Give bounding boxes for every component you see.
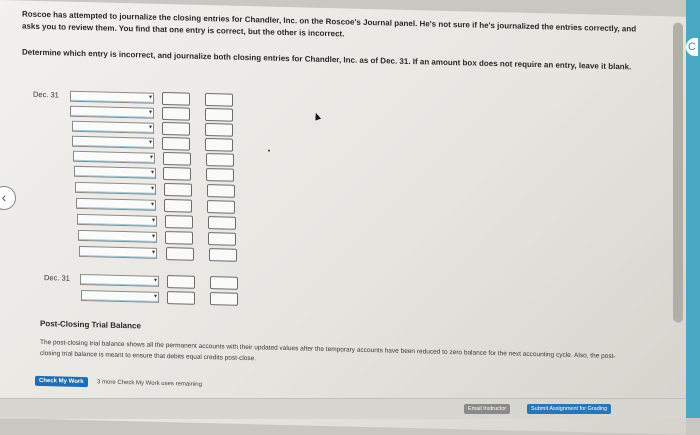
entry1-debit-4[interactable] [162,136,190,151]
check-remaining-note: 3 more Check My Work uses remaining [97,379,202,388]
submit-assignment-button[interactable]: Submit Assignment for Grading [527,404,612,414]
entry1-credit-9[interactable] [208,216,236,230]
entry1-account-select-10[interactable]: ▾ [78,229,157,243]
mouse-cursor [312,111,322,121]
entry1-account-select-1[interactable]: ▾ [70,90,154,104]
chevron-down-icon: ▾ [153,277,157,284]
chevron-down-icon: ▾ [151,233,155,240]
chevron-down-icon: ▾ [148,109,152,116]
entry1-account-select-5[interactable]: ▾ [73,150,155,164]
entry1-debit-7[interactable] [164,183,192,197]
entry2-date: Dec. 31 [44,273,70,283]
chevron-down-icon: ▾ [150,169,154,176]
entry2-account-select-1[interactable]: ▾ [80,273,159,287]
entry2-account-select-2[interactable]: ▾ [81,289,159,303]
entry1-debit-1[interactable] [162,91,190,106]
entry1-account-select-7[interactable]: ▾ [75,181,156,195]
chevron-down-icon: ▾ [149,154,153,161]
entry1-debit-5[interactable] [163,151,191,166]
section-title: Post-Closing Trial Balance [40,318,141,331]
entry1-debit-9[interactable] [165,215,193,229]
entry1-account-select-4[interactable]: ▾ [72,135,154,149]
chevron-down-icon: ▾ [151,249,155,256]
entry1-account-select-8[interactable]: ▾ [76,197,156,211]
chevron-down-icon: ▾ [150,201,154,208]
entry1-account-select-2[interactable]: ▾ [70,105,154,119]
entry1-account-select-3[interactable]: ▾ [72,120,154,134]
entry1-credit-3[interactable] [205,123,233,137]
right-side-tab: C [686,0,700,418]
entry1-credit-10[interactable] [208,232,236,246]
entry1-credit-4[interactable] [205,138,233,152]
entry1-credit-7[interactable] [207,184,235,198]
chevron-down-icon: ▾ [148,94,152,101]
entry1-debit-10[interactable] [165,231,193,245]
assignment-page: Roscoe has attempted to journalize the c… [0,0,686,435]
entry1-debit-2[interactable] [162,106,190,121]
side-panel-icon[interactable]: C [686,38,698,56]
chevron-down-icon: ▾ [148,124,152,131]
screen-speck [268,149,270,152]
check-my-work-button[interactable]: Check My Work [35,375,88,388]
entry2-debit-2[interactable] [167,291,195,305]
entry1-credit-5[interactable] [206,153,234,167]
entry1-account-select-6[interactable]: ▾ [74,165,156,179]
problem-intro: Roscoe has attempted to journalize the c… [22,9,637,39]
entry1-credit-8[interactable] [207,200,235,214]
entry2-credit-1[interactable] [210,276,238,290]
entry1-debit-11[interactable] [166,247,194,261]
entry1-credit-6[interactable] [206,168,234,182]
entry1-debit-6[interactable] [163,166,191,181]
entry1-date: Dec. 31 [33,89,59,100]
chevron-down-icon: ▾ [150,185,154,192]
chevron-down-icon: ▾ [148,139,152,146]
entry2-debit-1[interactable] [167,275,195,289]
section-text: The post-closing trial balance shows all… [40,338,616,363]
entry1-account-select-9[interactable]: ▾ [77,213,157,227]
problem-instruction: Determine which entry is incorrect, and … [22,47,632,72]
entry1-account-select-11[interactable]: ▾ [79,245,157,259]
entry1-credit-2[interactable] [205,108,233,122]
entry1-credit-11[interactable] [209,248,237,262]
email-instructor-button[interactable]: Email Instructor [464,404,511,414]
scrollbar[interactable] [673,22,683,323]
entry1-credit-1[interactable] [205,93,233,107]
entry1-debit-3[interactable] [162,121,190,136]
entry1-debit-8[interactable] [164,199,192,213]
entry2-credit-2[interactable] [210,292,238,306]
chevron-down-icon: ▾ [153,293,157,300]
chevron-down-icon: ▾ [151,217,155,224]
